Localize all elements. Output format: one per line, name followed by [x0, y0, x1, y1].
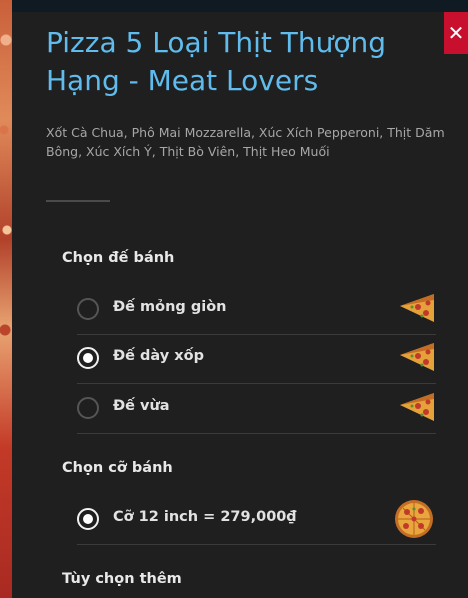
top-bar: [0, 0, 468, 12]
extras-section-label: Tùy chọn thêm: [62, 571, 182, 587]
crust-option-label: Đế dày xốp: [113, 348, 204, 364]
product-title: Pizza 5 Loại Thịt Thượng Hạng - Meat Lov…: [46, 26, 387, 97]
crust-option-label: Đế mỏng giòn: [113, 299, 227, 315]
crust-option-label: Đế vừa: [113, 398, 170, 414]
close-button[interactable]: ✕: [444, 12, 468, 54]
divider: [46, 200, 110, 202]
pizza-slice-icon: [400, 393, 434, 421]
radio-button-checked[interactable]: [77, 508, 99, 530]
product-description: Xốt Cà Chua, Phô Mai Mozzarella, Xúc Xíc…: [46, 125, 445, 159]
radio-button-checked[interactable]: [77, 347, 99, 369]
size-option-12-inch[interactable]: Cỡ 12 inch = 279,000₫: [77, 496, 436, 545]
close-icon: ✕: [447, 21, 465, 45]
crust-option-thin[interactable]: Đế mỏng giòn: [77, 286, 436, 335]
radio-button[interactable]: [77, 397, 99, 419]
crust-option-medium[interactable]: Đế vừa: [77, 385, 436, 434]
pizza-slice-icon: [400, 343, 434, 371]
whole-pizza-icon: [395, 500, 433, 538]
radio-button[interactable]: [77, 298, 99, 320]
background-pizza-image: [0, 0, 12, 598]
size-section-label: Chọn cỡ bánh: [62, 460, 173, 476]
pizza-slice-icon: [400, 294, 434, 322]
size-option-label: Cỡ 12 inch = 279,000₫: [113, 509, 297, 525]
crust-option-thick[interactable]: Đế dày xốp: [77, 335, 436, 384]
crust-section-label: Chọn đế bánh: [62, 250, 175, 266]
